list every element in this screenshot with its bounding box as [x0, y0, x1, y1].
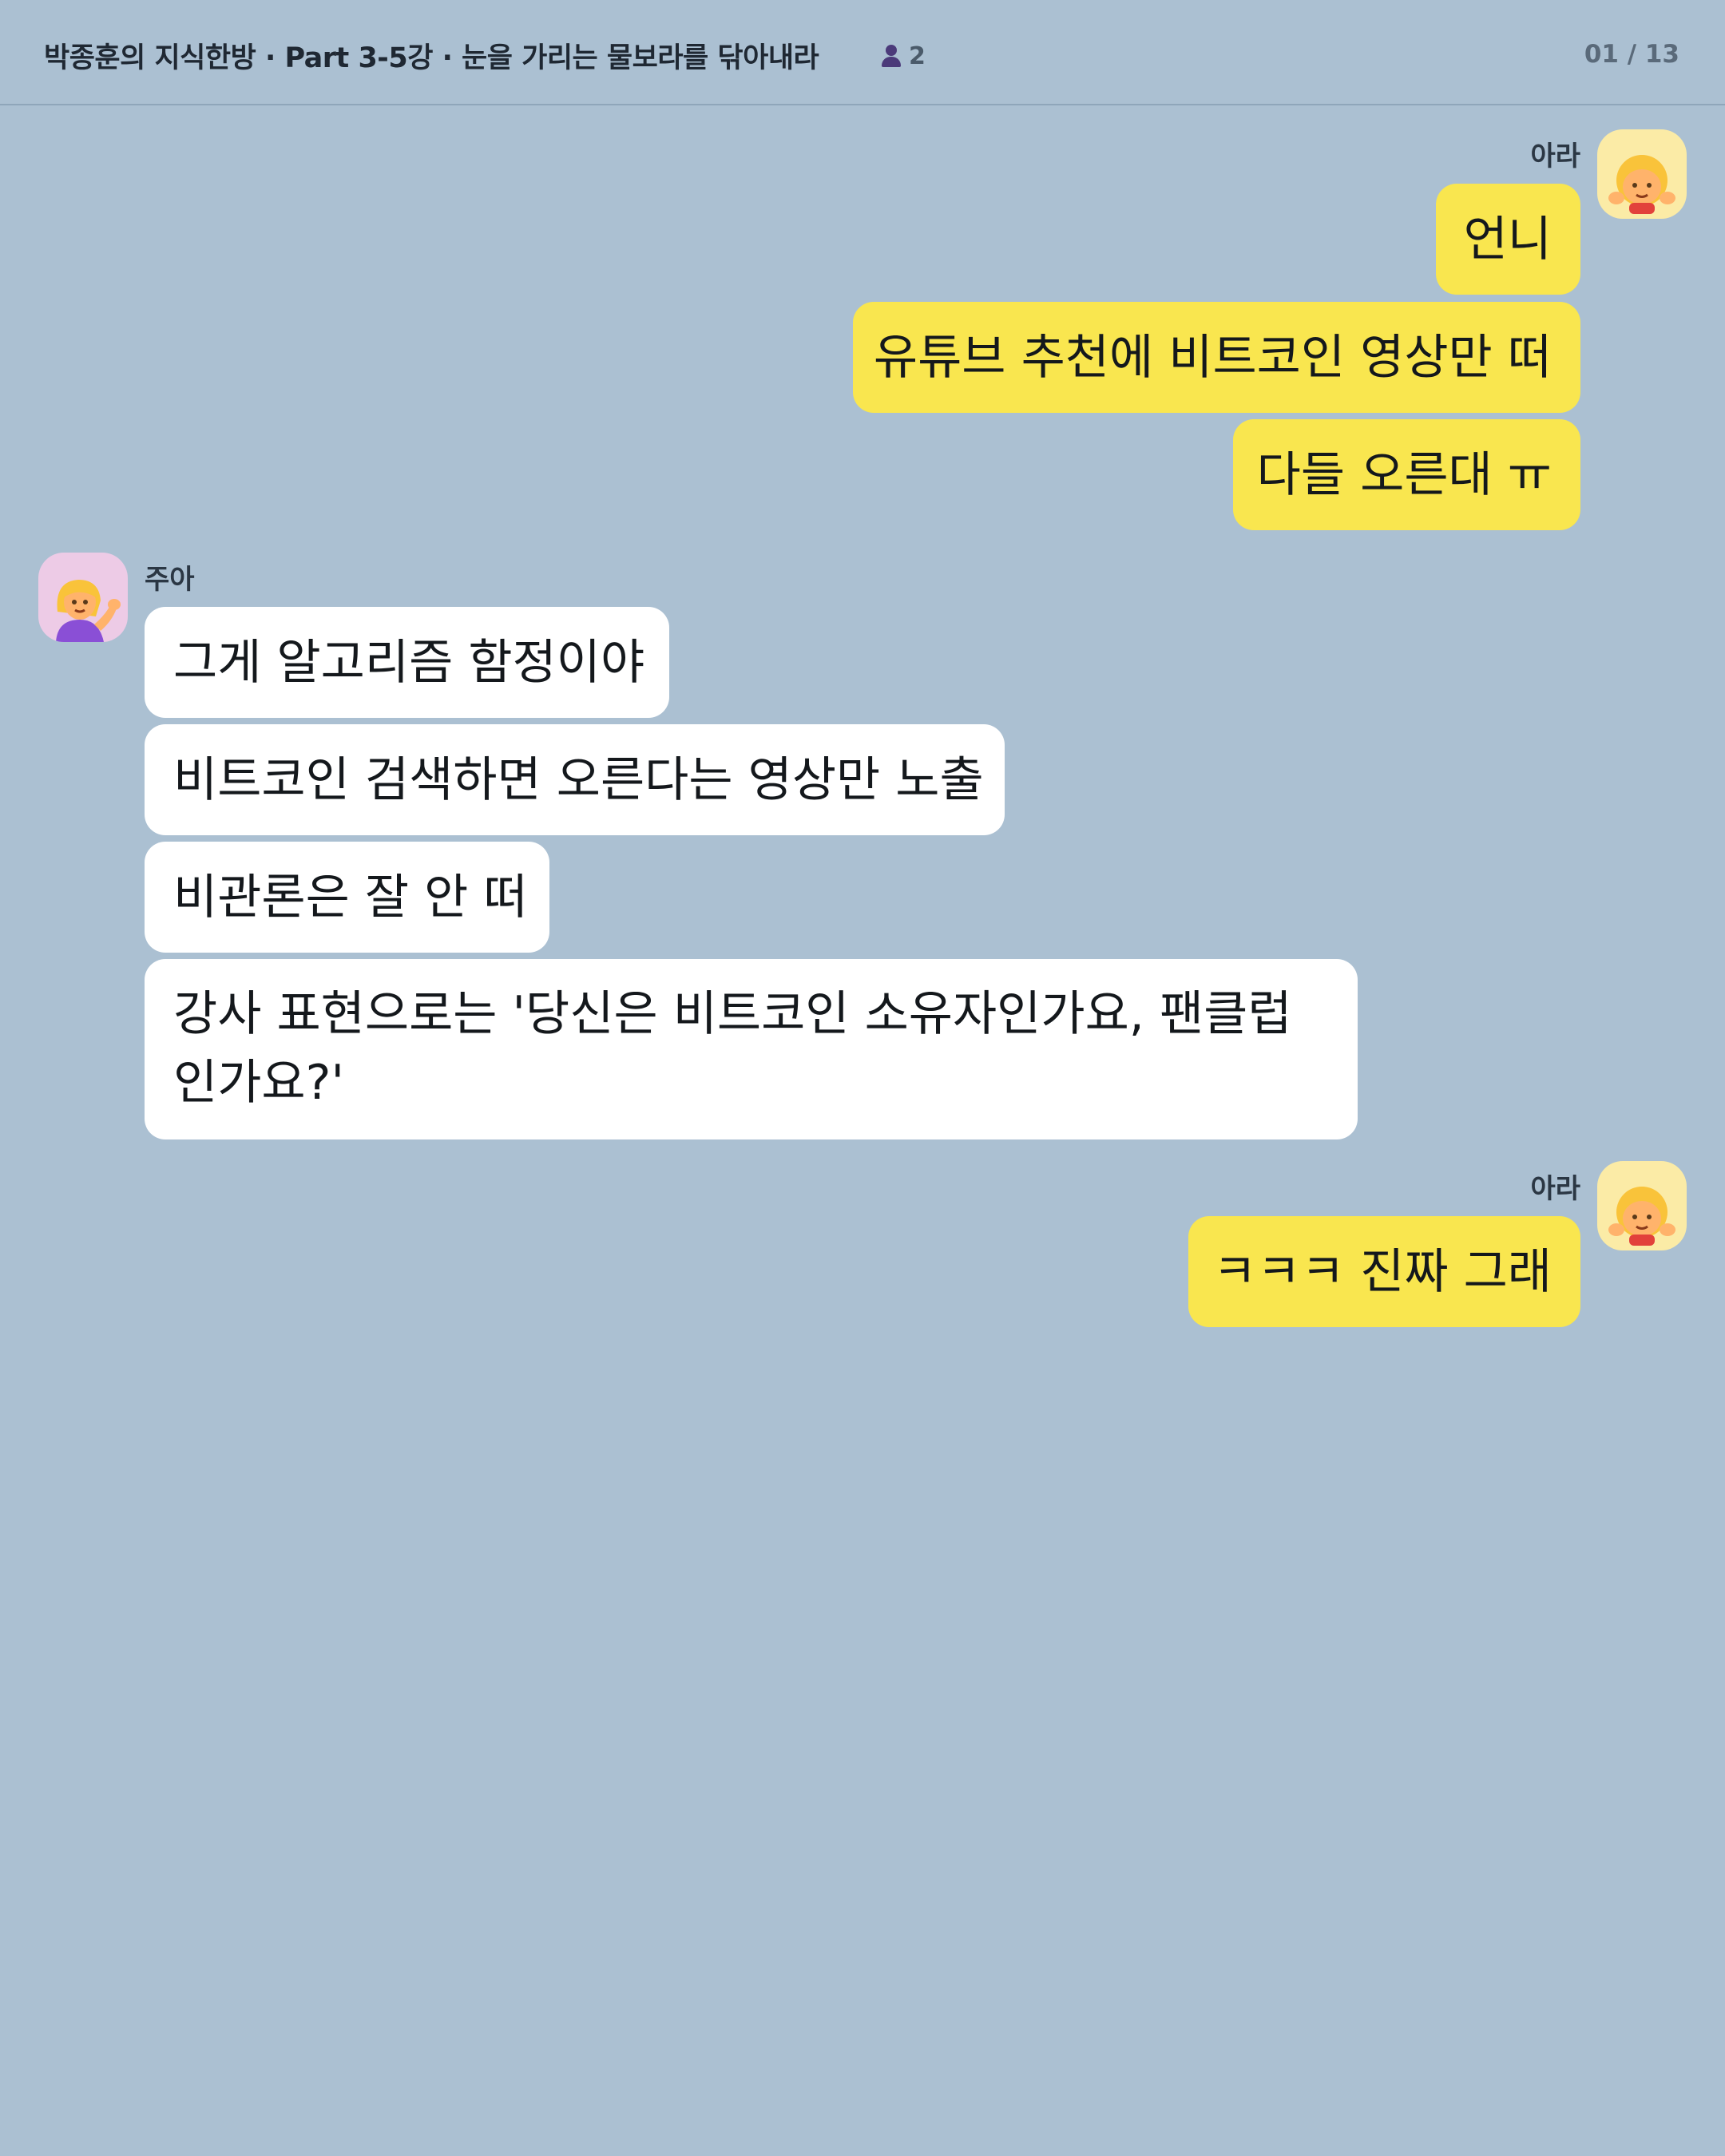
- message-bubble[interactable]: 유튜브 추천에 비트코인 영상만 떠: [853, 302, 1580, 413]
- sender-name: 아라: [1530, 141, 1580, 172]
- sender-name: 아라: [1530, 1173, 1580, 1205]
- message-bubble[interactable]: 언니: [1436, 184, 1580, 295]
- blonde-girl-emoji-icon: [1608, 155, 1675, 214]
- person-icon: [880, 43, 902, 69]
- member-count-value: 2: [909, 42, 926, 70]
- blonde-girl-emoji-icon: [1608, 1187, 1675, 1246]
- avatar-ara[interactable]: [1597, 1161, 1687, 1250]
- avatar-jua[interactable]: [38, 553, 128, 642]
- message-bubble[interactable]: 강사 표현으로는 '당신은 비트코인 소유자인가요, 팬클럽인가요?': [145, 959, 1358, 1139]
- chat-header: 박종훈의 지식한방 · Part 3-5강 · 눈을 가리는 물보라를 닦아내라…: [0, 0, 1725, 105]
- page-counter: 01 / 13: [1584, 40, 1679, 69]
- message-bubble[interactable]: 비관론은 잘 안 떠: [145, 842, 549, 953]
- chat-title: 박종훈의 지식한방 · Part 3-5강 · 눈을 가리는 물보라를 닦아내라: [44, 42, 819, 74]
- avatar-ara[interactable]: [1597, 129, 1687, 219]
- message-bubble[interactable]: 비트코인 검색하면 오른다는 영상만 노출: [145, 724, 1005, 835]
- sender-name: 주아: [145, 564, 195, 596]
- woman-tipping-hand-emoji-icon: [56, 580, 121, 642]
- message-bubble[interactable]: 그게 알고리즘 함정이야: [145, 607, 669, 718]
- message-bubble[interactable]: ㅋㅋㅋ 진짜 그래: [1188, 1216, 1580, 1327]
- message-bubble[interactable]: 다들 오른대 ㅠ: [1233, 419, 1580, 530]
- member-count[interactable]: 2: [880, 40, 926, 72]
